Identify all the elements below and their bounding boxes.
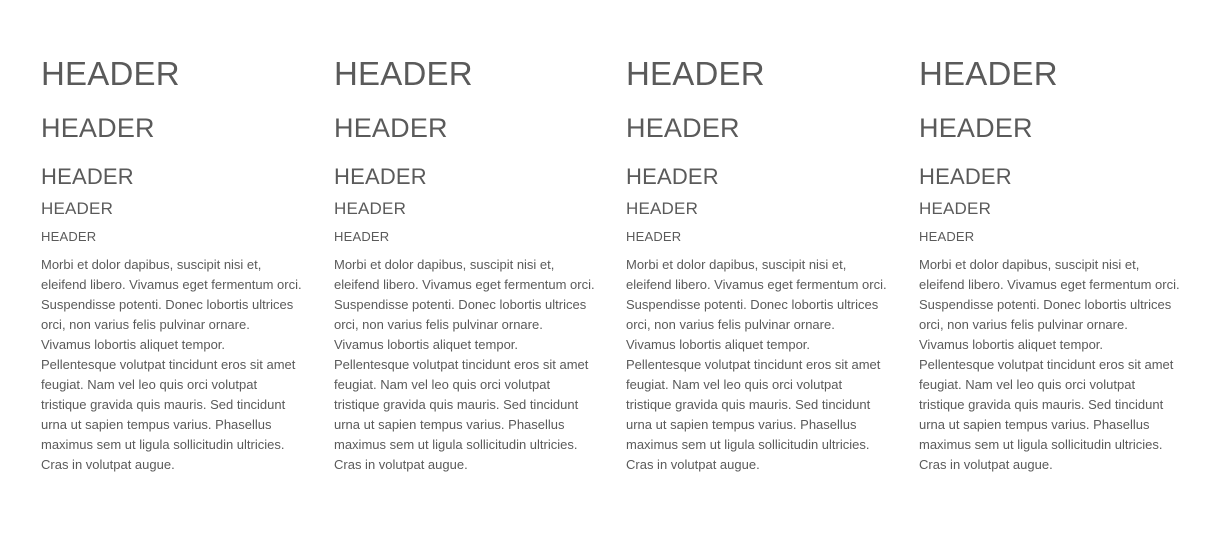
header-level-3: HEADER [919, 164, 1012, 189]
header-level-2: HEADER [626, 113, 740, 143]
column-1: HEADER HEADER HEADER HEADER HEADER Morbi… [41, 54, 303, 475]
typography-columns: HEADER HEADER HEADER HEADER HEADER Morbi… [0, 0, 1219, 543]
body-paragraph: Morbi et dolor dapibus, suscipit nisi et… [626, 257, 887, 472]
body-paragraph: Morbi et dolor dapibus, suscipit nisi et… [919, 257, 1180, 472]
header-level-1: HEADER [41, 55, 180, 92]
header-level-4: HEADER [919, 199, 992, 218]
body-paragraph: Morbi et dolor dapibus, suscipit nisi et… [334, 257, 595, 472]
header-level-4: HEADER [41, 199, 114, 218]
column-4: HEADER HEADER HEADER HEADER HEADER Morbi… [919, 54, 1181, 475]
header-level-4: HEADER [334, 199, 407, 218]
header-level-5: HEADER [334, 229, 390, 244]
header-level-5: HEADER [41, 229, 97, 244]
header-level-2: HEADER [919, 113, 1033, 143]
header-level-3: HEADER [41, 164, 134, 189]
column-3: HEADER HEADER HEADER HEADER HEADER Morbi… [626, 54, 888, 475]
body-paragraph: Morbi et dolor dapibus, suscipit nisi et… [41, 257, 302, 472]
header-level-5: HEADER [919, 229, 975, 244]
header-level-2: HEADER [41, 113, 155, 143]
header-level-1: HEADER [626, 55, 765, 92]
header-level-4: HEADER [626, 199, 699, 218]
header-level-2: HEADER [334, 113, 448, 143]
header-level-3: HEADER [334, 164, 427, 189]
header-level-5: HEADER [626, 229, 682, 244]
column-2: HEADER HEADER HEADER HEADER HEADER Morbi… [334, 54, 596, 475]
header-level-3: HEADER [626, 164, 719, 189]
header-level-1: HEADER [919, 55, 1058, 92]
header-level-1: HEADER [334, 55, 473, 92]
